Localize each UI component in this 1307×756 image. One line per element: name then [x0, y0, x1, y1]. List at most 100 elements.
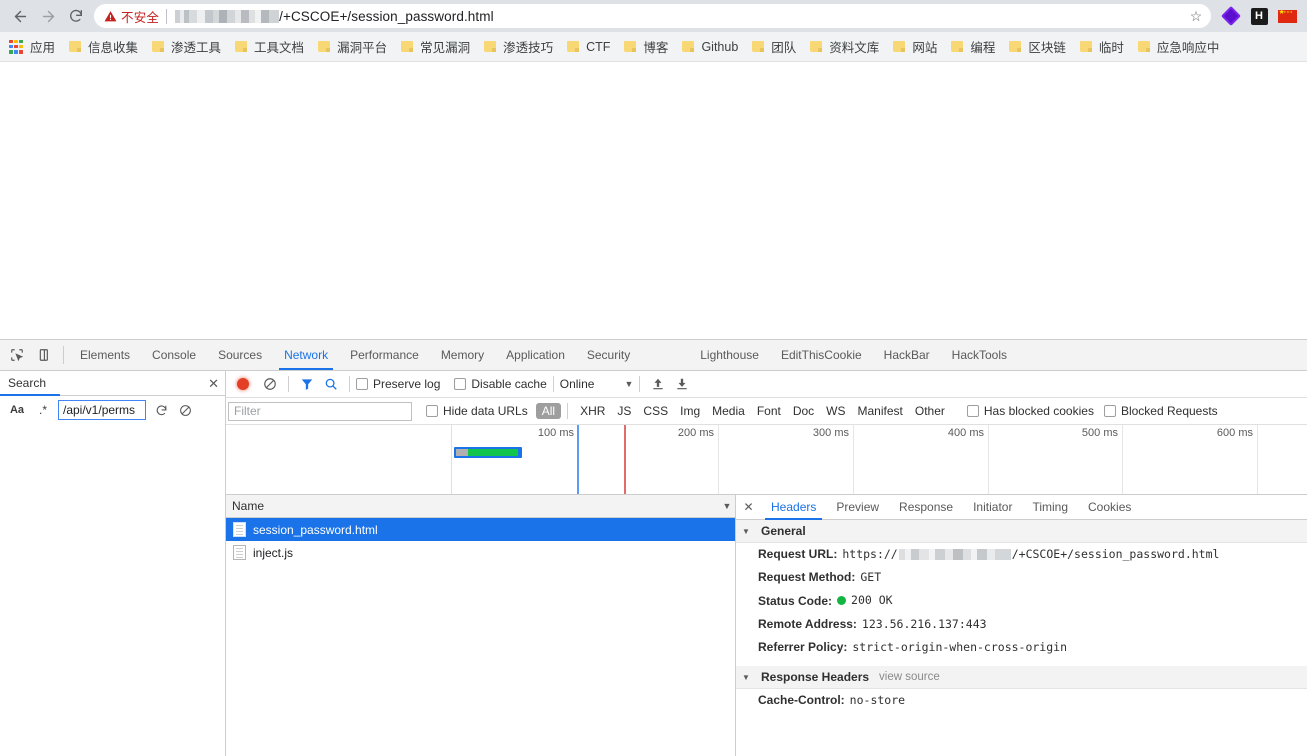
bookmark-folder-1[interactable]: 渗透工具 [145, 35, 228, 59]
tab-network[interactable]: Network [273, 340, 339, 370]
refresh-button[interactable] [149, 399, 173, 421]
bookmark-folder-15[interactable]: 应急响应中 [1131, 35, 1227, 59]
filter-type-doc[interactable]: Doc [787, 403, 820, 419]
export-har-button[interactable] [670, 373, 694, 395]
bookmark-folder-10[interactable]: 资料文库 [803, 35, 886, 59]
bookmark-folder-8[interactable]: Github [675, 35, 745, 59]
url-path: /+CSCOE+/session_password.html [1012, 546, 1220, 563]
header-row-remote-address: Remote Address: 123.56.216.137:443 [736, 613, 1307, 636]
address-bar[interactable]: 不安全 /+CSCOE+/session_password.html ☆ [94, 4, 1211, 28]
throttling-select[interactable]: Online ▼ [560, 377, 634, 391]
tab-response[interactable]: Response [889, 495, 963, 520]
tab-lighthouse[interactable]: Lighthouse [689, 340, 770, 370]
bookmark-folder-14[interactable]: 临时 [1073, 35, 1131, 59]
response-headers-section-header[interactable]: ▼ Response Headers view source [736, 666, 1307, 689]
match-case-button[interactable]: Aa [4, 399, 30, 421]
china-flag-extension-button[interactable] [1273, 2, 1301, 30]
bookmark-folder-9[interactable]: 团队 [745, 35, 803, 59]
tab-editthiscookie[interactable]: EditThisCookie [770, 340, 873, 370]
filter-type-all[interactable]: All [536, 403, 561, 419]
filter-type-font[interactable]: Font [751, 403, 787, 419]
bookmark-star-icon[interactable]: ☆ [1185, 8, 1207, 25]
tab-memory[interactable]: Memory [430, 340, 495, 370]
filter-type-ws[interactable]: WS [820, 403, 851, 419]
tab-hackbar[interactable]: HackBar [873, 340, 941, 370]
security-status-chip[interactable]: 不安全 [104, 7, 166, 26]
general-section-header[interactable]: ▼ General [736, 520, 1307, 543]
tab-sources[interactable]: Sources [207, 340, 273, 370]
overview-canvas[interactable]: 100 ms 200 ms 300 ms 400 ms 500 ms 600 m… [452, 425, 1307, 494]
tab-security[interactable]: Security [576, 340, 641, 370]
filter-input[interactable] [228, 402, 412, 421]
request-list-pane: Name ▼ session_password.html inject.js [226, 495, 736, 756]
bookmark-apps[interactable]: 应用 [2, 35, 62, 59]
bookmark-folder-7[interactable]: 博客 [617, 35, 675, 59]
import-har-button[interactable] [646, 373, 670, 395]
filter-type-css[interactable]: CSS [637, 403, 674, 419]
filter-type-xhr[interactable]: XHR [574, 403, 611, 419]
close-icon[interactable]: ✕ [208, 377, 219, 390]
folder-icon [152, 41, 164, 52]
header-row-cache-control: Cache-Control: no-store [736, 689, 1307, 712]
tab-cookies[interactable]: Cookies [1078, 495, 1141, 520]
bookmark-folder-12[interactable]: 编程 [944, 35, 1002, 59]
disable-cache-checkbox[interactable]: Disable cache [454, 377, 546, 391]
tab-elements[interactable]: Elements [69, 340, 141, 370]
hide-data-urls-checkbox[interactable]: Hide data URLs [426, 404, 528, 418]
record-stop-icon[interactable] [237, 378, 249, 390]
inspect-element-button[interactable] [3, 340, 31, 370]
tab-label: Sources [218, 348, 262, 362]
tab-performance[interactable]: Performance [339, 340, 430, 370]
preserve-log-checkbox[interactable]: Preserve log [356, 377, 440, 391]
filter-toggle-button[interactable] [295, 373, 319, 395]
bookmark-folder-6[interactable]: CTF [560, 35, 617, 59]
chevron-down-icon[interactable]: ▼ [719, 501, 735, 511]
bookmark-folder-0[interactable]: 信息收集 [62, 35, 145, 59]
tab-console[interactable]: Console [141, 340, 207, 370]
tab-preview[interactable]: Preview [826, 495, 889, 520]
filter-type-js[interactable]: JS [611, 403, 637, 419]
bookmark-label: 应急响应中 [1157, 37, 1220, 56]
blocked-requests-checkbox[interactable]: Blocked Requests [1104, 404, 1218, 418]
folder-icon [1009, 41, 1021, 52]
close-icon[interactable]: ✕ [736, 500, 761, 514]
table-row[interactable]: inject.js [226, 541, 735, 564]
tab-application[interactable]: Application [495, 340, 576, 370]
devtools-panel: Elements Console Sources Network Perform… [0, 339, 1307, 756]
view-source-link[interactable]: view source [879, 671, 940, 683]
bookmark-folder-11[interactable]: 网站 [886, 35, 944, 59]
bookmark-folder-3[interactable]: 漏洞平台 [311, 35, 394, 59]
bookmark-label: 漏洞平台 [337, 37, 387, 56]
table-row[interactable]: session_password.html [226, 518, 735, 541]
forward-button[interactable] [34, 2, 62, 30]
bookmark-folder-5[interactable]: 渗透技巧 [477, 35, 560, 59]
back-button[interactable] [6, 2, 34, 30]
reload-button[interactable] [62, 2, 90, 30]
china-flag-extension-icon [1278, 10, 1297, 23]
bookmark-folder-2[interactable]: 工具文档 [228, 35, 311, 59]
search-input[interactable] [58, 400, 146, 420]
filter-type-img[interactable]: Img [674, 403, 706, 419]
tab-initiator[interactable]: Initiator [963, 495, 1022, 520]
filter-type-manifest[interactable]: Manifest [852, 403, 909, 419]
url-display[interactable]: /+CSCOE+/session_password.html [175, 9, 1185, 24]
regex-button[interactable]: .* [30, 399, 56, 421]
hacktools-extension-button[interactable]: H [1245, 2, 1273, 30]
overview-tick-label: 300 ms [813, 427, 853, 439]
clear-search-button[interactable] [173, 399, 197, 421]
filter-type-media[interactable]: Media [706, 403, 751, 419]
network-overview-timeline[interactable]: 100 ms 200 ms 300 ms 400 ms 500 ms 600 m… [226, 425, 1307, 495]
tab-headers[interactable]: Headers [761, 495, 826, 520]
checkbox-label: Disable cache [471, 377, 546, 391]
has-blocked-cookies-checkbox[interactable]: Has blocked cookies [967, 404, 1094, 418]
search-toggle-button[interactable] [319, 373, 343, 395]
bookmark-folder-4[interactable]: 常见漏洞 [394, 35, 477, 59]
tab-timing[interactable]: Timing [1022, 495, 1078, 520]
filter-type-other[interactable]: Other [909, 403, 951, 419]
diamond-extension-button[interactable] [1217, 2, 1245, 30]
tab-hacktools[interactable]: HackTools [941, 340, 1018, 370]
bookmark-folder-13[interactable]: 区块链 [1002, 35, 1073, 59]
toggle-device-toolbar-button[interactable] [31, 340, 59, 370]
column-header-name[interactable]: Name [226, 499, 719, 513]
clear-network-log-button[interactable] [258, 373, 282, 395]
